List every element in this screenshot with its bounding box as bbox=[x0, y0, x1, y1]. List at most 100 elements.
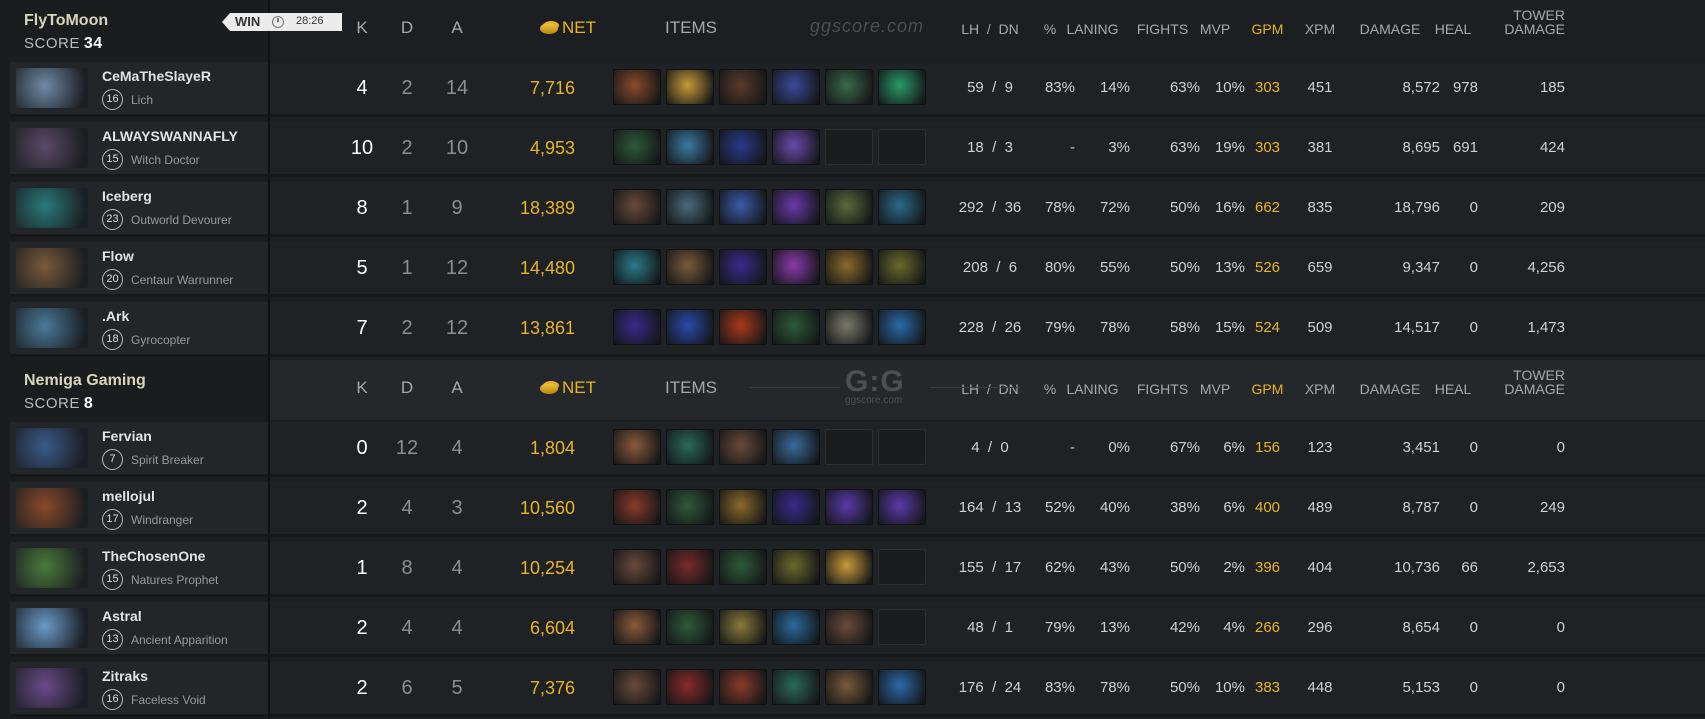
header-net: NET bbox=[540, 18, 620, 38]
item-icon[interactable] bbox=[719, 189, 767, 225]
item-icon[interactable] bbox=[719, 69, 767, 105]
item-icon[interactable] bbox=[825, 189, 873, 225]
item-icon[interactable] bbox=[666, 669, 714, 705]
item-slot-empty[interactable] bbox=[825, 429, 873, 465]
item-slot-empty[interactable] bbox=[878, 429, 926, 465]
player-card[interactable]: .Ark 18 Gyrocopter bbox=[10, 302, 268, 357]
item-icon[interactable] bbox=[825, 489, 873, 525]
item-slot-empty[interactable] bbox=[878, 129, 926, 165]
player-card[interactable]: TheChosenOne 15 Natures Prophet bbox=[10, 542, 268, 597]
item-icon[interactable] bbox=[772, 69, 820, 105]
net-worth: 1,804 bbox=[529, 438, 575, 458]
hero-portrait[interactable] bbox=[16, 248, 88, 288]
item-icon[interactable] bbox=[878, 249, 926, 285]
item-icon[interactable] bbox=[772, 549, 820, 585]
item-icon[interactable] bbox=[878, 189, 926, 225]
item-slot-empty[interactable] bbox=[878, 609, 926, 645]
hero-portrait[interactable] bbox=[16, 128, 88, 168]
item-icon[interactable] bbox=[878, 489, 926, 525]
player-card[interactable]: Fervian 7 Spirit Breaker bbox=[10, 422, 268, 477]
hero-portrait[interactable] bbox=[16, 608, 88, 648]
item-icon[interactable] bbox=[878, 69, 926, 105]
item-icon[interactable] bbox=[825, 669, 873, 705]
hero-portrait[interactable] bbox=[16, 668, 88, 708]
hero-portrait[interactable] bbox=[16, 548, 88, 588]
item-slot-empty[interactable] bbox=[878, 549, 926, 585]
player-name[interactable]: Fervian bbox=[102, 428, 152, 444]
hero-portrait[interactable] bbox=[16, 308, 88, 348]
item-icon[interactable] bbox=[772, 249, 820, 285]
player-card[interactable]: Flow 20 Centaur Warrunner bbox=[10, 242, 268, 297]
player-name[interactable]: Zitraks bbox=[102, 668, 148, 684]
item-icon[interactable] bbox=[719, 429, 767, 465]
match-result-badge: WIN 28:26 bbox=[222, 13, 342, 31]
player-card[interactable]: CeMaTheSlayeR 16 Lich bbox=[10, 62, 268, 117]
item-icon[interactable] bbox=[613, 69, 661, 105]
item-icon[interactable] bbox=[719, 489, 767, 525]
player-level: 20 bbox=[102, 269, 123, 290]
item-icon[interactable] bbox=[613, 309, 661, 345]
hero-portrait[interactable] bbox=[16, 188, 88, 228]
laning-percent: 72% bbox=[1099, 199, 1130, 216]
item-icon[interactable] bbox=[666, 309, 714, 345]
item-icon[interactable] bbox=[772, 129, 820, 165]
item-icon[interactable] bbox=[825, 69, 873, 105]
player-stats-row: 10 2 10 4,953 18 / 3-3% 63% 19% 303 381 8,695 691 4… bbox=[270, 122, 1705, 177]
item-icon[interactable] bbox=[719, 129, 767, 165]
player-card[interactable]: ALWAYSWANNAFLY 15 Witch Doctor bbox=[10, 122, 268, 177]
item-icon[interactable] bbox=[666, 429, 714, 465]
item-icon[interactable] bbox=[666, 129, 714, 165]
item-icon[interactable] bbox=[719, 549, 767, 585]
item-icon[interactable] bbox=[613, 429, 661, 465]
item-icon[interactable] bbox=[772, 669, 820, 705]
player-name[interactable]: mellojul bbox=[102, 488, 155, 504]
team-score-value: 8 bbox=[83, 395, 94, 412]
item-icon[interactable] bbox=[825, 549, 873, 585]
item-icon[interactable] bbox=[666, 69, 714, 105]
player-name[interactable]: Flow bbox=[102, 248, 134, 264]
header-tower-damage: TOWER DAMAGE bbox=[1478, 368, 1565, 396]
item-icon[interactable] bbox=[613, 489, 661, 525]
hero-portrait[interactable] bbox=[16, 428, 88, 468]
item-icon[interactable] bbox=[772, 489, 820, 525]
item-icon[interactable] bbox=[719, 669, 767, 705]
item-icon[interactable] bbox=[666, 189, 714, 225]
mvp-percent: 19% bbox=[1214, 139, 1245, 156]
item-icon[interactable] bbox=[719, 249, 767, 285]
player-name[interactable]: Iceberg bbox=[102, 188, 152, 204]
item-icon[interactable] bbox=[666, 249, 714, 285]
item-icon[interactable] bbox=[772, 189, 820, 225]
item-icon[interactable] bbox=[719, 609, 767, 645]
player-name[interactable]: CeMaTheSlayeR bbox=[102, 68, 211, 84]
item-icon[interactable] bbox=[772, 309, 820, 345]
item-icon[interactable] bbox=[825, 609, 873, 645]
item-icon[interactable] bbox=[878, 669, 926, 705]
item-icon[interactable] bbox=[666, 609, 714, 645]
player-name[interactable]: .Ark bbox=[102, 308, 129, 324]
item-icon[interactable] bbox=[825, 309, 873, 345]
mvp-percent: 6% bbox=[1223, 439, 1245, 456]
item-icon[interactable] bbox=[613, 189, 661, 225]
player-card[interactable]: Astral 13 Ancient Apparition bbox=[10, 602, 268, 657]
item-icon[interactable] bbox=[772, 609, 820, 645]
hero-portrait[interactable] bbox=[16, 68, 88, 108]
item-icon[interactable] bbox=[666, 549, 714, 585]
player-name[interactable]: Astral bbox=[102, 608, 142, 624]
item-icon[interactable] bbox=[772, 429, 820, 465]
player-name[interactable]: TheChosenOne bbox=[102, 548, 205, 564]
player-card[interactable]: Zitraks 16 Faceless Void bbox=[10, 662, 268, 717]
item-slot-empty[interactable] bbox=[825, 129, 873, 165]
item-icon[interactable] bbox=[666, 489, 714, 525]
item-icon[interactable] bbox=[613, 669, 661, 705]
hero-portrait[interactable] bbox=[16, 488, 88, 528]
item-icon[interactable] bbox=[825, 249, 873, 285]
item-icon[interactable] bbox=[613, 549, 661, 585]
item-icon[interactable] bbox=[613, 609, 661, 645]
player-card[interactable]: mellojul 17 Windranger bbox=[10, 482, 268, 537]
item-icon[interactable] bbox=[613, 129, 661, 165]
item-icon[interactable] bbox=[878, 309, 926, 345]
item-icon[interactable] bbox=[719, 309, 767, 345]
player-card[interactable]: Iceberg 23 Outworld Devourer bbox=[10, 182, 268, 237]
item-icon[interactable] bbox=[613, 249, 661, 285]
player-name[interactable]: ALWAYSWANNAFLY bbox=[102, 128, 238, 144]
